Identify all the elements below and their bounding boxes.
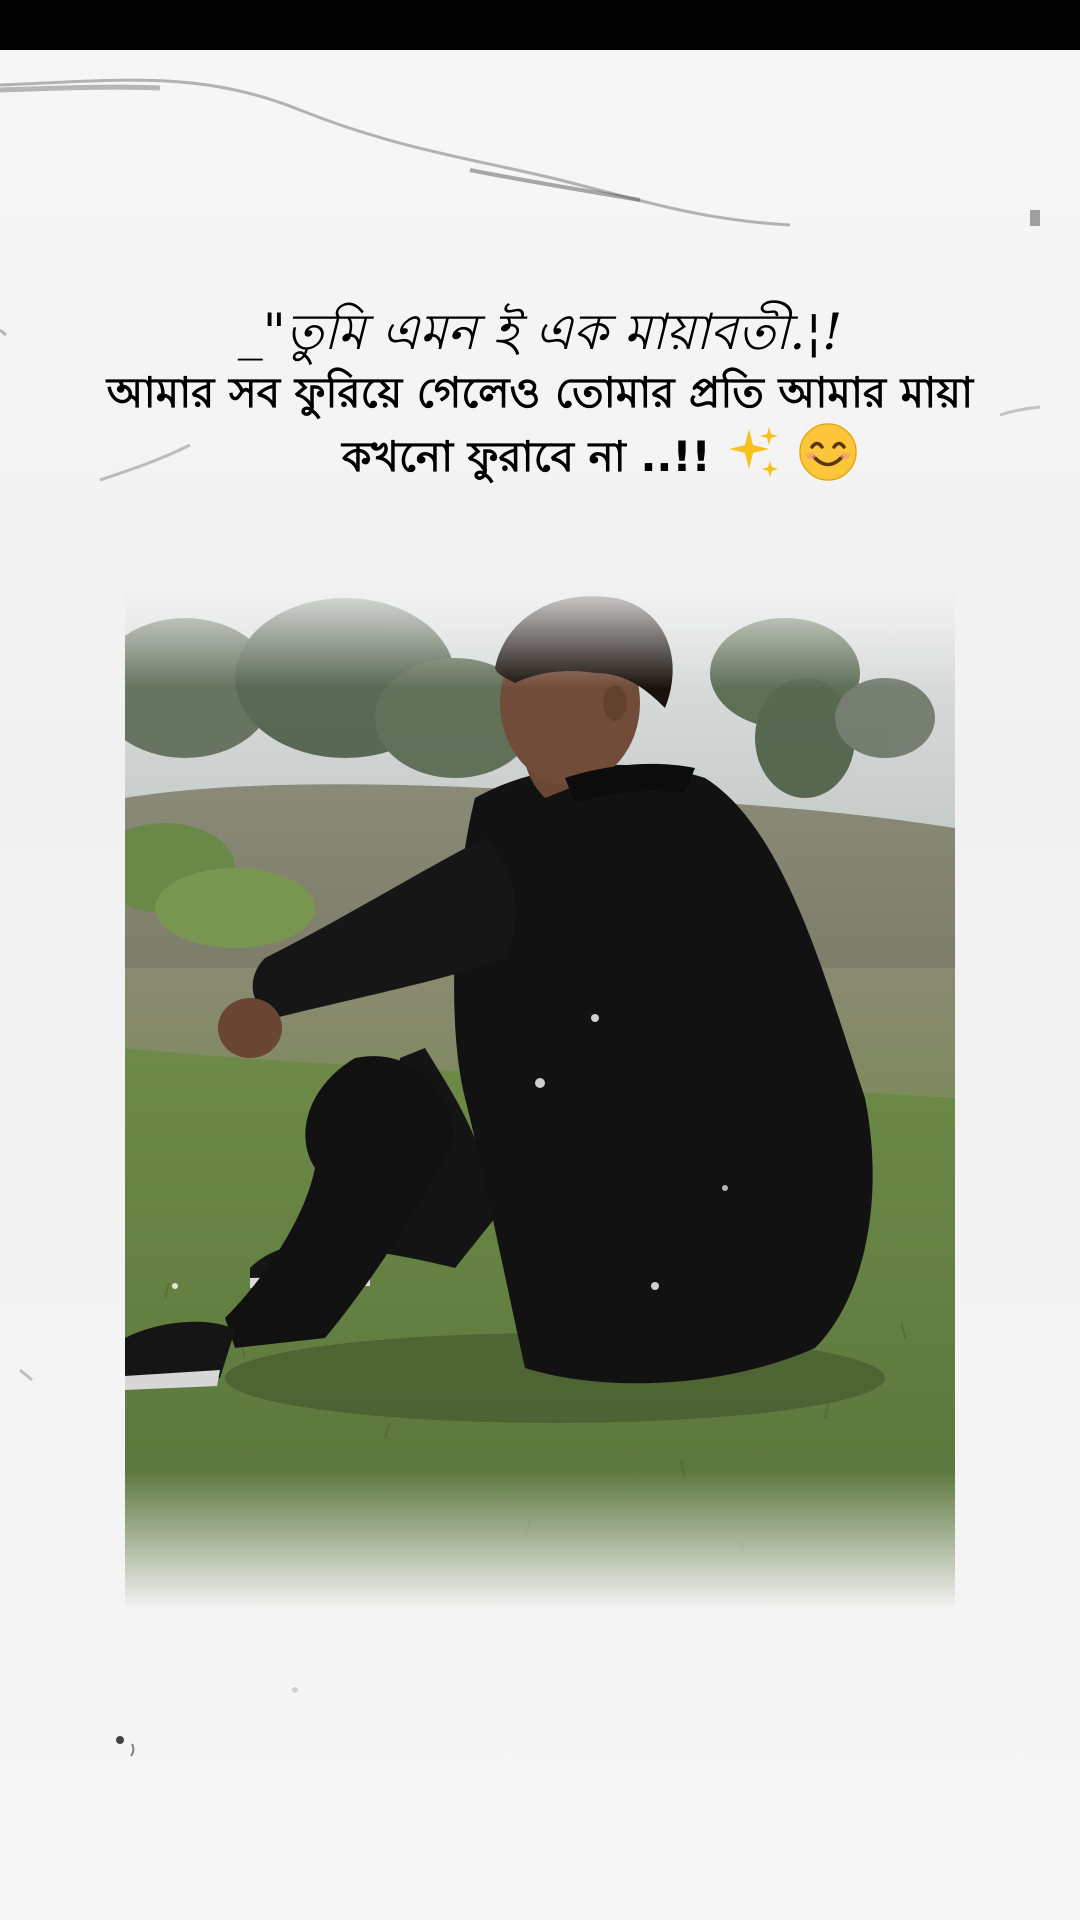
caption: _"তুমি এমন ই এক মায়াবতী.¦! আমার সব ফুরি… [60,300,1020,497]
top-black-bar [0,0,1080,50]
caption-line-3: কখনো ফুরাবে না ..!! [60,422,1020,497]
photo-young-man-sitting-on-grass [125,578,955,1610]
caption-line-3-text: কখনো ফুরাবে না ..!! [342,432,711,481]
caption-title: _"তুমি এমন ই এক মায়াবতী.¦! [237,303,843,361]
sparkles-icon [725,423,783,496]
smiling-face-icon [798,422,858,497]
caption-line-2: আমার সব ফুরিয়ে গেলেও তোমার প্রতি আমার ম… [106,368,974,417]
status-screen: _"তুমি এমন ই এক মায়াবতী.¦! আমার সব ফুরি… [0,0,1080,1920]
